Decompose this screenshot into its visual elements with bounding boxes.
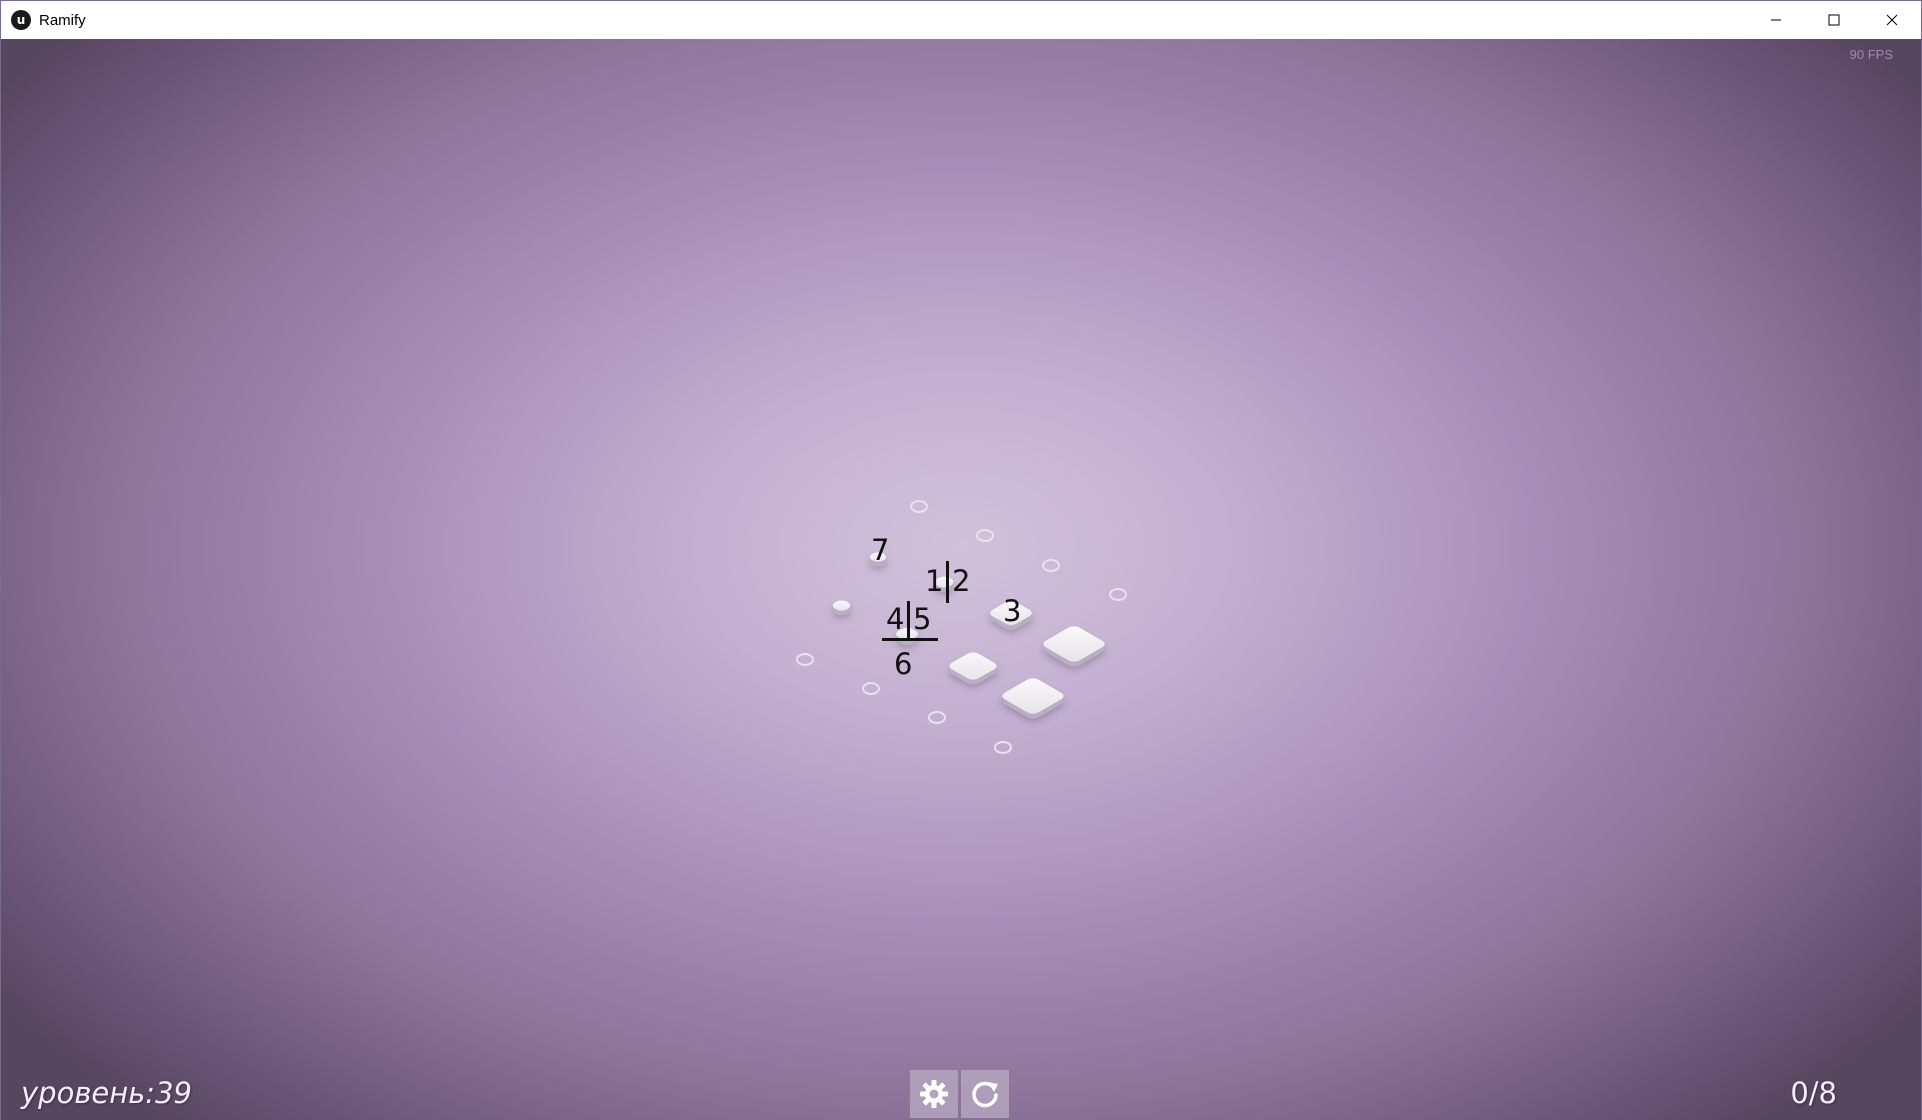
- minimize-icon: [1771, 19, 1781, 21]
- restart-button[interactable]: [961, 1070, 1009, 1118]
- progress-counter: 0/8: [1790, 1076, 1837, 1110]
- gear-icon: [920, 1080, 948, 1108]
- minimize-button[interactable]: [1747, 1, 1805, 39]
- large-tile[interactable]: [999, 676, 1067, 716]
- annotation-1: 1: [925, 564, 944, 598]
- puzzle-board: 7 1 2 3 4 5 6: [1, 39, 1921, 1120]
- unreal-engine-icon: u: [11, 10, 31, 30]
- game-window: u Ramify 90 FPS 7 1 2 3 4 5 6 уровень:39…: [0, 0, 1922, 1120]
- annotation-7: 7: [871, 533, 890, 567]
- tile-face: [1040, 624, 1108, 664]
- settings-button[interactable]: [910, 1070, 958, 1118]
- game-viewport[interactable]: 90 FPS 7 1 2 3 4 5 6 уровень:39 0/8: [1, 39, 1921, 1120]
- annotation-6: 6: [894, 647, 913, 681]
- empty-slot[interactable]: [910, 500, 928, 513]
- empty-slot[interactable]: [994, 741, 1012, 754]
- empty-slot[interactable]: [1109, 588, 1127, 601]
- empty-slot[interactable]: [862, 682, 880, 695]
- restart-icon: [972, 1081, 998, 1108]
- level-indicator: уровень:39: [21, 1076, 192, 1110]
- divider-horizontal: [882, 638, 938, 641]
- annotation-2: 2: [952, 564, 971, 598]
- window-title: Ramify: [39, 11, 86, 29]
- divider-vertical: [946, 561, 949, 603]
- empty-slot[interactable]: [1042, 559, 1060, 572]
- empty-slot[interactable]: [796, 653, 814, 666]
- empty-slot[interactable]: [976, 529, 994, 542]
- tile-face: [999, 676, 1067, 716]
- window-controls: [1747, 1, 1921, 39]
- title-bar[interactable]: u Ramify: [1, 1, 1921, 39]
- close-icon: [1886, 14, 1898, 26]
- annotation-3: 3: [1003, 594, 1022, 628]
- small-tile[interactable]: [829, 598, 854, 613]
- close-button[interactable]: [1863, 1, 1921, 39]
- divider-vertical: [907, 601, 910, 641]
- medium-tile[interactable]: [946, 650, 1000, 682]
- tile-face: [829, 598, 854, 613]
- tile-face: [946, 650, 1000, 682]
- empty-slot[interactable]: [928, 711, 946, 724]
- annotation-5: 5: [913, 602, 932, 636]
- large-tile[interactable]: [1040, 624, 1108, 664]
- maximize-icon: [1828, 14, 1840, 26]
- annotation-4: 4: [886, 602, 905, 636]
- bottom-toolbar: [910, 1070, 1009, 1118]
- maximize-button[interactable]: [1805, 1, 1863, 39]
